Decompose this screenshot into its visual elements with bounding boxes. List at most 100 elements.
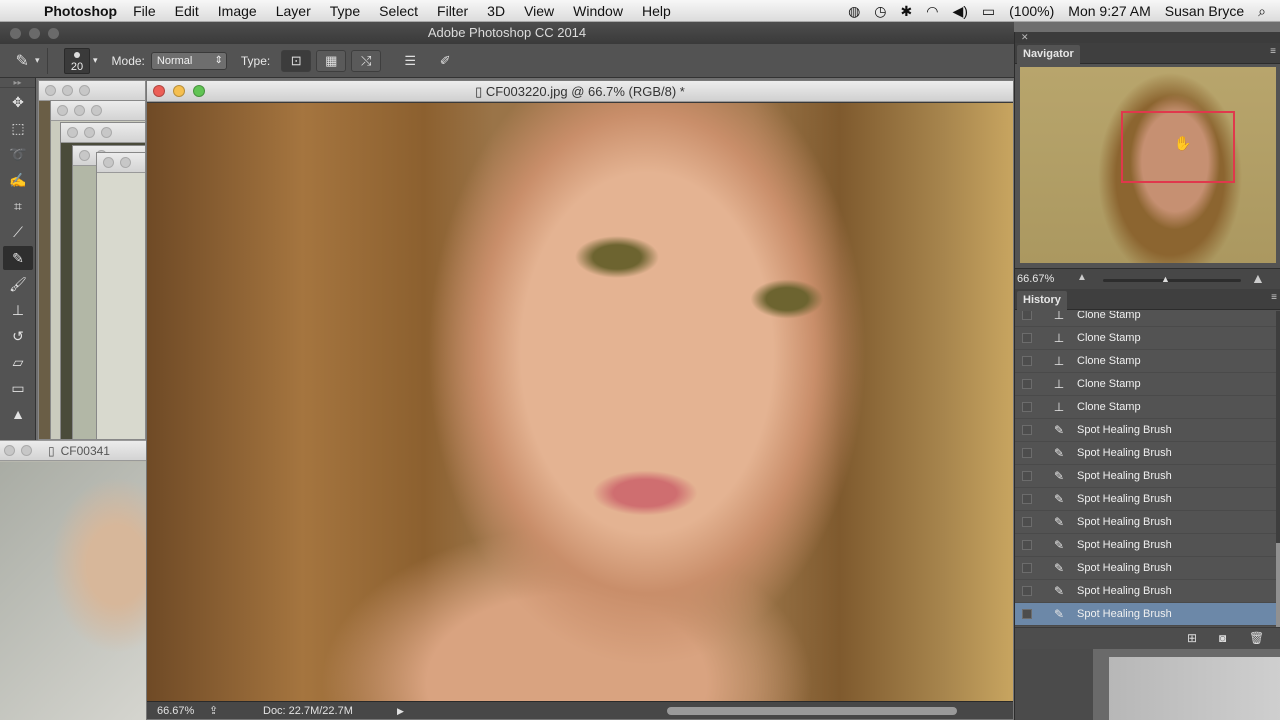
image-canvas[interactable] (147, 103, 1013, 701)
chevron-down-icon[interactable]: ▾ (93, 55, 98, 66)
history-state[interactable]: ⊥ Clone Stamp (1015, 373, 1277, 396)
history-scrollbar[interactable] (1276, 311, 1280, 627)
clock[interactable]: Mon 9:27 AM (1068, 3, 1151, 19)
history-brush-tool[interactable]: ↺ (3, 324, 33, 348)
gradient-tool[interactable]: ▭ (3, 376, 33, 400)
minimize-window-button[interactable] (62, 85, 73, 96)
minimize-document-button[interactable] (173, 85, 185, 97)
history-state[interactable]: ⊥ Clone Stamp (1015, 327, 1277, 350)
menu-layer[interactable]: Layer (276, 3, 311, 19)
close-window-button[interactable] (4, 445, 15, 456)
history-state[interactable]: ⊥ Clone Stamp (1015, 350, 1277, 373)
history-state[interactable]: ✎ Spot Healing Brush (1015, 580, 1277, 603)
history-state[interactable]: ✎ Spot Healing Brush (1015, 534, 1277, 557)
volume-icon[interactable]: ◀) (952, 3, 967, 20)
close-window-button[interactable] (45, 85, 56, 96)
snapshot-source-checkbox[interactable] (1022, 609, 1032, 619)
minimize-window-button[interactable] (84, 127, 95, 138)
snapshot-source-checkbox[interactable] (1022, 471, 1032, 481)
zoom-out-icon[interactable]: ▲ (1077, 272, 1087, 283)
zoom-window-button[interactable] (91, 105, 102, 116)
history-state[interactable]: ✎ Spot Healing Brush (1015, 419, 1277, 442)
eyedropper-tool[interactable]: ⟋ (3, 220, 33, 244)
tool-preset-picker[interactable]: ✎ ▾ (8, 47, 48, 74)
background-doc-canvas[interactable] (0, 462, 146, 720)
menu-help[interactable]: Help (642, 3, 671, 19)
zoom-slider-track[interactable] (1103, 279, 1241, 282)
battery-icon[interactable]: ▭ (982, 3, 995, 20)
wifi-icon[interactable]: ◠ (926, 3, 938, 20)
close-window-button[interactable] (57, 105, 68, 116)
menu-file[interactable]: File (133, 3, 156, 19)
snapshot-source-checkbox[interactable] (1022, 494, 1032, 504)
panel-menu-icon[interactable]: ≡ (1270, 46, 1276, 57)
camera-icon[interactable]: ◙ (1219, 631, 1226, 645)
zoom-in-icon[interactable]: ▲ (1251, 270, 1265, 286)
document-title-bar[interactable]: ▯ CF003220.jpg @ 66.7% (RGB/8) * (147, 81, 1013, 102)
zoom-slider-thumb[interactable]: ▲ (1161, 274, 1170, 284)
panel-grip[interactable]: ▸▸ (0, 78, 35, 88)
minimize-window-button[interactable] (21, 445, 32, 456)
snapshot-source-checkbox[interactable] (1022, 563, 1032, 573)
proximity-match-button[interactable]: ⊡ (281, 49, 312, 72)
move-tool[interactable]: ✥ (3, 90, 33, 114)
navigator-thumbnail[interactable]: ✋ (1020, 67, 1276, 263)
history-state[interactable]: ✎ Spot Healing Brush (1015, 465, 1277, 488)
history-state[interactable]: ✎ Spot Healing Brush (1015, 488, 1277, 511)
crop-tool[interactable]: ⌗ (3, 194, 33, 218)
menu-window[interactable]: Window (573, 3, 623, 19)
history-state[interactable]: ✎ Spot Healing Brush (1015, 557, 1277, 580)
snapshot-source-checkbox[interactable] (1022, 586, 1032, 596)
zoom-level[interactable]: 66.67% (157, 702, 194, 720)
scroll-thumb[interactable] (1276, 543, 1280, 627)
export-icon[interactable]: ⇪ (209, 702, 218, 720)
tab-history[interactable]: History (1017, 291, 1067, 310)
navigator-zoom-value[interactable]: 66.67% (1017, 273, 1054, 285)
background-document-window[interactable] (96, 152, 146, 440)
snapshot-source-checkbox[interactable] (1022, 311, 1032, 320)
panel-menu-icon[interactable]: ≡ (1271, 292, 1277, 303)
close-window-button[interactable] (79, 150, 90, 161)
zoom-window-button[interactable] (101, 127, 112, 138)
spot-healing-tool[interactable]: ✎ (3, 246, 33, 270)
bluetooth-icon[interactable]: ✱ (901, 3, 913, 20)
trash-icon[interactable]: 🗑 (1249, 631, 1264, 645)
tab-navigator[interactable]: Navigator (1017, 45, 1080, 64)
close-window-button[interactable] (10, 28, 21, 39)
close-document-button[interactable] (153, 85, 165, 97)
background-document-window[interactable]: ▯ CF00341 (0, 440, 146, 720)
history-state[interactable]: ✎ Spot Healing Brush (1015, 603, 1277, 626)
close-window-button[interactable] (67, 127, 78, 138)
minimize-window-button[interactable] (29, 28, 40, 39)
zoom-document-button[interactable] (193, 85, 205, 97)
snapshot-source-checkbox[interactable] (1022, 425, 1032, 435)
time-machine-icon[interactable]: ◷ (874, 3, 886, 20)
snapshot-source-checkbox[interactable] (1022, 517, 1032, 527)
menu-type[interactable]: Type (330, 3, 360, 19)
menu-image[interactable]: Image (218, 3, 257, 19)
snapshot-source-checkbox[interactable] (1022, 333, 1032, 343)
mode-select[interactable]: Normal (150, 51, 227, 70)
menu-select[interactable]: Select (379, 3, 418, 19)
eraser-tool[interactable]: ▱ (3, 350, 33, 374)
user-name[interactable]: Susan Bryce (1165, 3, 1244, 19)
menu-view[interactable]: View (524, 3, 554, 19)
marquee-tool[interactable]: ⬚ (3, 116, 33, 140)
content-aware-button[interactable]: ⤭ (351, 49, 382, 72)
quick-selection-tool[interactable]: ✍ (3, 168, 33, 192)
create-texture-button[interactable]: ▦ (316, 49, 347, 72)
close-window-button[interactable] (103, 157, 114, 168)
navigator-view-box[interactable]: ✋ (1121, 111, 1235, 183)
history-state[interactable]: ⊥ Clone Stamp (1015, 396, 1277, 419)
snapshot-source-checkbox[interactable] (1022, 356, 1032, 366)
close-panel-icon[interactable]: ✕ (1015, 32, 1280, 43)
creative-cloud-icon[interactable]: ◍ (848, 3, 860, 20)
history-state[interactable]: ✎ Spot Healing Brush (1015, 511, 1277, 534)
history-state[interactable]: ✎ Spot Healing Brush (1015, 442, 1277, 465)
lasso-tool[interactable]: ➰ (3, 142, 33, 166)
zoom-window-button[interactable] (48, 28, 59, 39)
sample-all-layers-button[interactable]: ☰ (395, 50, 425, 72)
blur-tool[interactable]: ▲ (3, 402, 33, 426)
brush-tool[interactable]: 🖌 (3, 272, 33, 296)
snapshot-source-checkbox[interactable] (1022, 402, 1032, 412)
